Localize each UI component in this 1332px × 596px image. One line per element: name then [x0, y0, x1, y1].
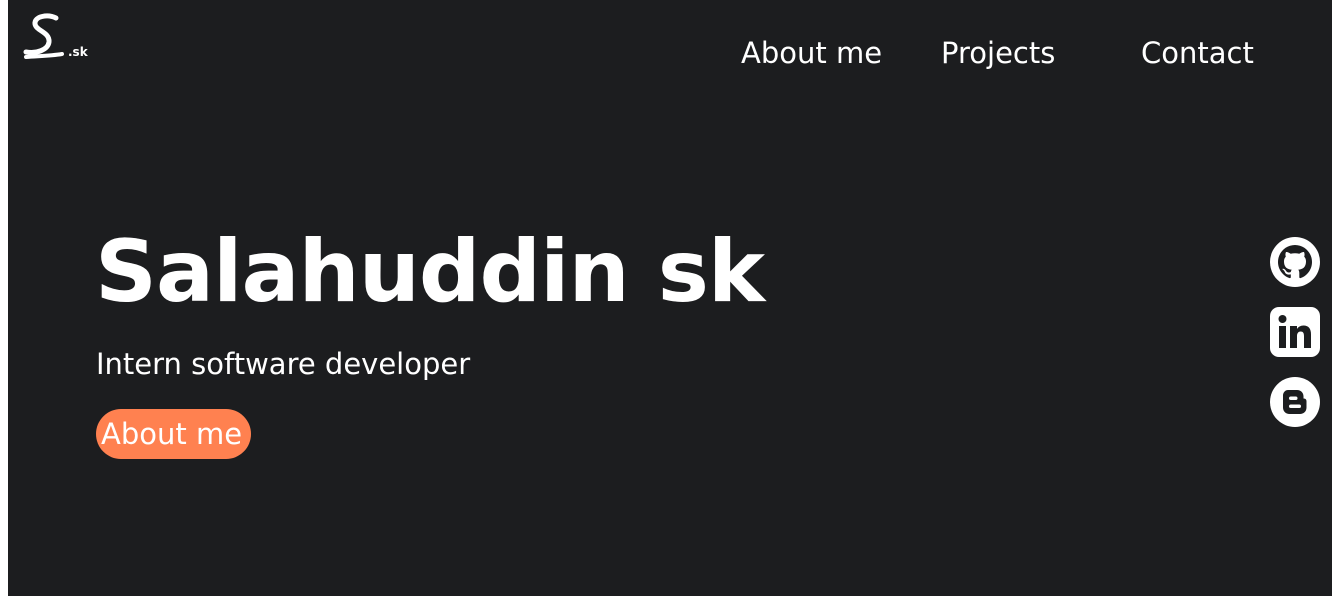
about-me-button[interactable]: About me: [96, 409, 252, 459]
github-icon: [1270, 237, 1320, 287]
blogger-link[interactable]: [1270, 377, 1320, 427]
nav-contact-link[interactable]: Contact: [1141, 33, 1254, 73]
linkedin-link[interactable]: [1270, 307, 1320, 357]
social-links: [1270, 237, 1322, 447]
nav-projects-link[interactable]: Projects: [941, 33, 1055, 73]
hero-title: Salahuddin sk: [95, 222, 765, 322]
linkedin-icon: [1270, 307, 1320, 357]
main-nav: About me Projects Contact: [8, 33, 1332, 73]
nav-about-link[interactable]: About me: [741, 33, 882, 73]
home-page: .sk About me Projects Contact Salahuddin…: [8, 0, 1332, 596]
blogger-icon: [1270, 377, 1320, 427]
github-link[interactable]: [1270, 237, 1320, 287]
hero-subtitle: Intern software developer: [96, 347, 471, 381]
